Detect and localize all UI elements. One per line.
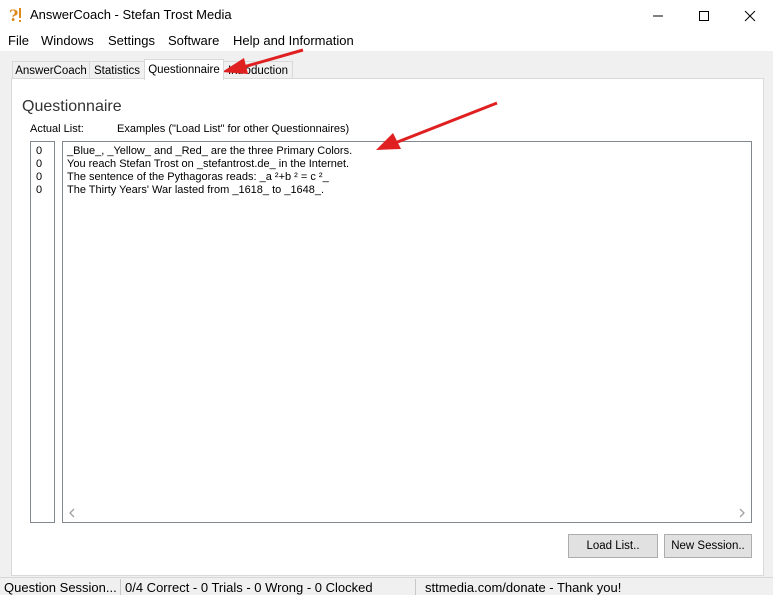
status-separator bbox=[415, 579, 416, 595]
count-value: 0 bbox=[36, 184, 43, 196]
status-separator bbox=[120, 579, 121, 595]
minimize-button[interactable] bbox=[635, 0, 681, 31]
scroll-right-icon[interactable] bbox=[736, 507, 748, 519]
menu-settings[interactable]: Settings bbox=[108, 33, 155, 48]
load-list-button[interactable]: Load List.. bbox=[568, 534, 658, 558]
close-button[interactable] bbox=[727, 0, 773, 31]
maximize-icon bbox=[699, 10, 709, 21]
status-donate[interactable]: sttmedia.com/donate - Thank you! bbox=[425, 580, 621, 595]
count-value: 0 bbox=[36, 145, 43, 157]
count-column[interactable]: 0 0 0 0 bbox=[30, 141, 55, 523]
maximize-button[interactable] bbox=[681, 0, 727, 31]
new-session-button[interactable]: New Session.. bbox=[664, 534, 752, 558]
question-line[interactable]: The Thirty Years' War lasted from _1618_… bbox=[67, 184, 751, 197]
menu-file[interactable]: File bbox=[8, 33, 29, 48]
scroll-left-icon[interactable] bbox=[66, 507, 78, 519]
status-bar: Question Session... 0/4 Correct - 0 Tria… bbox=[0, 577, 773, 595]
menu-help[interactable]: Help and Information bbox=[233, 33, 354, 48]
menu-windows[interactable]: Windows bbox=[41, 33, 94, 48]
window-title: AnswerCoach - Stefan Trost Media bbox=[30, 7, 232, 22]
tab-questionnaire[interactable]: Questionnaire bbox=[144, 59, 224, 80]
count-value: 0 bbox=[36, 171, 43, 183]
question-line[interactable]: The sentence of the Pythagoras reads: _a… bbox=[67, 171, 751, 184]
tab-strip: AnswerCoach Statistics Questionnaire Int… bbox=[0, 51, 773, 80]
count-value: 0 bbox=[36, 158, 43, 170]
status-session: Question Session... bbox=[4, 580, 117, 595]
menu-software[interactable]: Software bbox=[168, 33, 219, 48]
app-icon: ? bbox=[9, 6, 21, 24]
questionnaire-editor[interactable]: _Blue_, _Yellow_ and _Red_ are the three… bbox=[62, 141, 752, 523]
menu-bar: File Windows Settings Software Help and … bbox=[0, 31, 773, 51]
panel-title: Questionnaire bbox=[22, 98, 122, 115]
question-line[interactable]: You reach Stefan Trost on _stefantrost.d… bbox=[67, 158, 751, 171]
examples-label: Examples ("Load List" for other Question… bbox=[117, 123, 350, 135]
svg-text:?: ? bbox=[9, 6, 18, 24]
minimize-icon bbox=[653, 15, 663, 16]
horizontal-scrollbar[interactable] bbox=[64, 505, 750, 521]
actual-list-label: Actual List: bbox=[30, 123, 84, 135]
status-stats: 0/4 Correct - 0 Trials - 0 Wrong - 0 Clo… bbox=[125, 580, 373, 595]
close-icon bbox=[744, 10, 756, 21]
title-bar: ? AnswerCoach - Stefan Trost Media bbox=[0, 0, 773, 31]
question-line[interactable]: _Blue_, _Yellow_ and _Red_ are the three… bbox=[67, 145, 751, 158]
